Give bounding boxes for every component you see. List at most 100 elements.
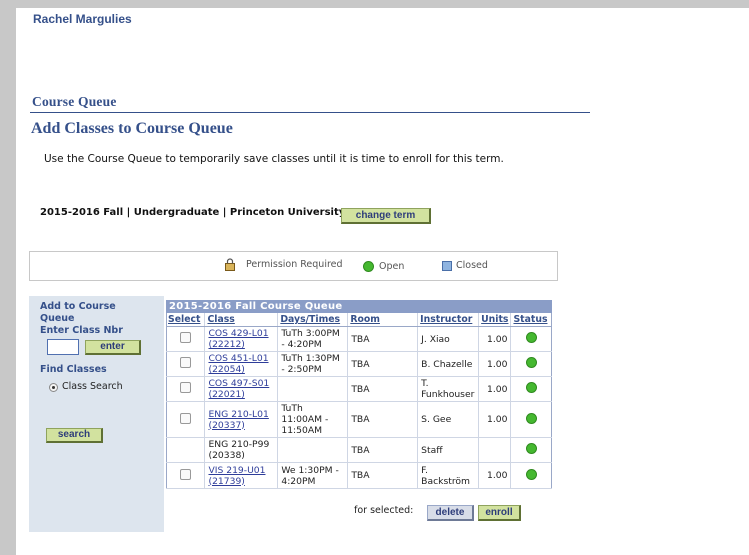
lock-icon [224, 258, 236, 274]
enter-button[interactable]: enter [85, 340, 141, 355]
section-title: Course Queue [32, 94, 117, 109]
status-cell [510, 401, 552, 438]
class-number[interactable]: (22021) [208, 389, 274, 400]
enter-class-nbr-label: Enter Class Nbr [40, 325, 123, 336]
col-class[interactable]: Class [204, 313, 278, 327]
table-row: COS 429-L01 (22212) TuTh 3:00PM - 4:20PM TB… [166, 326, 552, 352]
class-code[interactable]: COS 451-L01 [208, 353, 274, 364]
open-status-icon [526, 332, 538, 343]
room-cell: TBA [347, 376, 418, 402]
search-button[interactable]: search [46, 428, 103, 443]
open-status-icon [526, 357, 538, 368]
class-cell: ENG 210-L01 (20337) [204, 401, 278, 438]
queue-title: 2015-2016 Fall Course Queue [166, 300, 552, 313]
delete-button[interactable]: delete [427, 505, 474, 521]
table-row: COS 497-S01 (22021) TBA T. Funkhouser 1.00 [166, 376, 552, 402]
class-code[interactable]: VIS 219-U01 [208, 465, 274, 476]
table-row: VIS 219-U01 (21739) We 1:30PM - 4:20PM TBA F… [166, 462, 552, 489]
select-checkbox[interactable] [179, 468, 191, 480]
class-number[interactable]: (20337) [208, 420, 274, 431]
blue-square-icon [442, 261, 452, 274]
days-times-cell: TuTh 1:30PM - 2:50PM [277, 351, 348, 377]
status-cell [510, 351, 552, 377]
instructor-cell: T. Funkhouser [417, 376, 479, 402]
intro-text: Use the Course Queue to temporarily save… [44, 153, 504, 165]
units-cell: 1.00 [478, 351, 511, 377]
status-cell [510, 462, 552, 489]
instructor-cell: J. Xiao [417, 326, 479, 352]
section-divider [30, 112, 590, 113]
select-cell [166, 437, 205, 463]
col-units[interactable]: Units [478, 313, 511, 327]
days-times-cell: TuTh 11:00AM - 11:50AM [277, 401, 348, 438]
queue-rows: COS 429-L01 (22212) TuTh 3:00PM - 4:20PM TB… [166, 326, 552, 489]
units-cell: 1.00 [478, 462, 511, 489]
page: Rachel Margulies Course Queue Add Classe… [16, 8, 749, 555]
class-code[interactable]: ENG 210-L01 [208, 409, 274, 420]
select-cell [166, 462, 205, 489]
select-checkbox[interactable] [179, 357, 191, 368]
col-instructor[interactable]: Instructor [417, 313, 479, 327]
legend-permission-label: Permission Required [246, 259, 343, 270]
user-name: Rachel Margulies [33, 12, 132, 26]
class-nbr-input[interactable] [47, 339, 79, 355]
room-cell: TBA [347, 401, 418, 438]
room-cell: TBA [347, 351, 418, 377]
room-cell: TBA [347, 326, 418, 352]
select-cell [166, 376, 205, 402]
select-cell [166, 351, 205, 377]
status-cell [510, 437, 552, 463]
table-row: ENG 210-L01 (20337) TuTh 11:00AM - 11:50AM… [166, 401, 552, 438]
days-times-cell: We 1:30PM - 4:20PM [277, 462, 348, 489]
class-number[interactable]: (22054) [208, 364, 274, 375]
col-select[interactable]: Select [166, 313, 205, 327]
days-times-cell [277, 437, 348, 463]
status-cell [510, 326, 552, 352]
instructor-cell: Staff [417, 437, 479, 463]
queue-table: Select Class Days/Times Room Instructor … [166, 313, 552, 489]
class-cell: ENG 210-P99 (20338) [204, 437, 278, 463]
term-info: 2015-2016 Fall | Undergraduate | Princet… [40, 207, 346, 218]
status-cell [510, 376, 552, 402]
units-cell: 1.00 [478, 326, 511, 352]
select-cell [166, 401, 205, 438]
open-status-icon [526, 382, 538, 393]
class-code[interactable]: COS 497-S01 [208, 378, 274, 389]
col-status[interactable]: Status [510, 313, 552, 327]
instructor-cell: B. Chazelle [417, 351, 479, 377]
table-row: ENG 210-P99 (20338) TBA Staff [166, 437, 552, 463]
class-code[interactable]: COS 429-L01 [208, 328, 274, 339]
class-cell: COS 451-L01 (22054) [204, 351, 278, 377]
open-status-icon [526, 443, 538, 454]
col-days-times[interactable]: Days/Times [277, 313, 348, 327]
class-number[interactable]: (22212) [208, 339, 274, 350]
class-cell: COS 497-S01 (22021) [204, 376, 278, 402]
class-cell: VIS 219-U01 (21739) [204, 462, 278, 489]
find-classes-label: Find Classes [40, 364, 107, 375]
status-legend: Permission Required Open Closed [29, 251, 558, 281]
units-cell: 1.00 [478, 376, 511, 402]
select-checkbox[interactable] [179, 382, 191, 393]
change-term-button[interactable]: change term [341, 208, 431, 224]
open-status-icon [526, 412, 538, 424]
open-status-icon [526, 468, 538, 480]
legend-open-label: Open [379, 261, 405, 272]
enroll-button[interactable]: enroll [478, 505, 521, 521]
queue-header-row: Select Class Days/Times Room Instructor … [166, 313, 552, 327]
legend-closed-label: Closed [456, 260, 488, 271]
class-cell: COS 429-L01 (22212) [204, 326, 278, 352]
units-cell [478, 437, 511, 463]
units-cell: 1.00 [478, 401, 511, 438]
for-selected-label: for selected: [354, 505, 414, 516]
room-cell: TBA [347, 437, 418, 463]
add-to-queue-label: Add to Course Queue [40, 301, 116, 324]
select-checkbox[interactable] [179, 332, 191, 343]
page-title: Add Classes to Course Queue [31, 120, 233, 137]
days-times-cell: TuTh 3:00PM - 4:20PM [277, 326, 348, 352]
col-room[interactable]: Room [347, 313, 418, 327]
class-search-radio[interactable] [49, 383, 58, 392]
class-number[interactable]: (21739) [208, 476, 274, 487]
select-checkbox[interactable] [179, 412, 191, 424]
class-code: ENG 210-P99 [208, 439, 270, 450]
class-search-radio-label: Class Search [62, 381, 123, 392]
